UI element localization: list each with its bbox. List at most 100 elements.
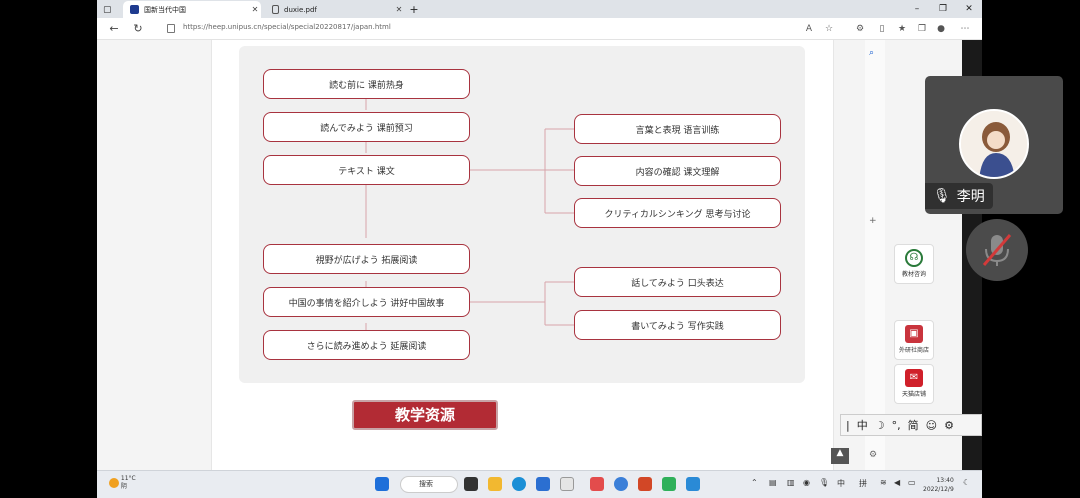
split-screen-icon[interactable]: ▯	[874, 18, 890, 40]
node-china-stories[interactable]: 中国の事情を紹介しよう 讲好中国故事	[263, 287, 470, 317]
close-window-button[interactable]: ✕	[956, 0, 982, 18]
web-page: 読む前に 课前热身 読んでみよう 课前预习 テキスト 课文 視野が広げよう 拓展…	[97, 40, 962, 470]
app-icon[interactable]	[662, 477, 676, 491]
extensions-icon[interactable]: ⚙	[852, 18, 868, 40]
app-icon[interactable]	[590, 477, 604, 491]
node-label: 書いてみよう 写作实践	[631, 321, 724, 332]
tab-title: duxie.pdf	[284, 5, 317, 14]
ime-halfwidth-icon[interactable]: ☽	[875, 419, 885, 432]
wifi-icon[interactable]: ≋	[880, 478, 887, 487]
ime-punctuation-icon[interactable]: °,	[892, 419, 901, 432]
refresh-icon[interactable]: ↻	[129, 18, 147, 40]
notification-icon[interactable]: ☾	[963, 478, 970, 487]
start-icon[interactable]	[375, 477, 389, 491]
ime-divider: |	[846, 418, 850, 432]
node-warmup[interactable]: 読む前に 课前热身	[263, 69, 470, 99]
favorite-icon[interactable]: ☆	[821, 18, 837, 40]
new-tab-button[interactable]: +	[407, 1, 421, 18]
ime-mode-button[interactable]: 中	[857, 417, 868, 433]
tray-app-icon[interactable]: ◉	[803, 478, 810, 487]
file-explorer-icon[interactable]	[488, 477, 502, 491]
node-label: 言葉と表現 语言训练	[635, 125, 720, 136]
store-icon[interactable]	[536, 477, 550, 491]
mic-muted-icon	[982, 234, 1012, 266]
course-structure-panel: 読む前に 课前热身 読んでみよう 课前预习 テキスト 课文 視野が広げよう 拓展…	[239, 46, 805, 383]
tray-app-icon[interactable]: ▤	[769, 478, 777, 487]
node-speaking[interactable]: 話してみよう 口头表达	[574, 267, 781, 297]
maximize-button[interactable]: ❐	[930, 0, 956, 18]
app-icon[interactable]	[614, 477, 628, 491]
tab-pdf[interactable]: duxie.pdf ✕	[265, 1, 405, 18]
document-icon	[272, 5, 279, 14]
edge-sidebar: ⌕ + ▲ ⚙	[831, 40, 885, 470]
powerpoint-icon[interactable]	[638, 477, 652, 491]
node-extended-reading[interactable]: 視野が広げよう 拓展阅读	[263, 244, 470, 274]
more-options-icon[interactable]: ⋯	[957, 18, 973, 40]
tmall-icon: ✉	[905, 369, 923, 387]
edge-icon[interactable]	[512, 477, 526, 491]
headset-icon: ☊	[905, 249, 923, 267]
microphone-icon: 🎙	[933, 188, 951, 204]
lock-icon[interactable]	[167, 24, 175, 33]
battery-icon[interactable]: ▭	[908, 478, 916, 487]
sidebar-settings-icon[interactable]: ⚙	[869, 450, 877, 460]
app-icon[interactable]	[560, 477, 574, 491]
sidebar-add-icon[interactable]: +	[869, 216, 877, 226]
node-preview[interactable]: 読んでみよう 课前预习	[263, 112, 470, 142]
node-text[interactable]: テキスト 课文	[263, 155, 470, 185]
scroll-to-top-button[interactable]: ▲	[831, 448, 849, 464]
node-critical-thinking[interactable]: クリティカルシンキング 思考与讨论	[574, 198, 781, 228]
ime-emoji-icon[interactable]: ☺	[926, 419, 937, 432]
tab-actions-icon[interactable]: ▢	[103, 1, 119, 18]
windows-taskbar: 11°C 阴 搜索 ⌃ ▤ ▥ ◉ 🎙 中 拼 ≋ ◀ ▭ 13:40 2022…	[97, 470, 982, 498]
node-language-training[interactable]: 言葉と表現 语言训练	[574, 114, 781, 144]
weather-widget[interactable]: 11°C 阴	[109, 475, 136, 491]
node-comprehension[interactable]: 内容の確認 课文理解	[574, 156, 781, 186]
widget-label: 教材咨询	[901, 271, 926, 278]
mute-microphone-button[interactable]	[966, 219, 1028, 281]
tmall-store-widget[interactable]: ✉ 天猫店铺	[894, 364, 934, 404]
tray-app-icon[interactable]: ▥	[787, 478, 795, 487]
favorites-icon[interactable]: ★	[894, 18, 910, 40]
ime-settings-icon[interactable]: ⚙	[944, 419, 954, 432]
weather-desc: 阴	[120, 483, 127, 490]
url-field[interactable]: https://heep.unipus.cn/special/special20…	[183, 23, 391, 31]
ime-simplified-button[interactable]: 简	[908, 417, 919, 433]
tab-close-icon[interactable]: ✕	[393, 5, 405, 14]
tray-ime-lang[interactable]: 中	[837, 478, 845, 489]
node-label: 視野が広げよう 拓展阅读	[315, 255, 418, 266]
textbook-consult-widget[interactable]: ☊ 教材咨询	[894, 244, 934, 284]
back-icon[interactable]: ←	[105, 18, 123, 40]
volume-icon[interactable]: ◀	[894, 478, 900, 487]
tray-ime-mode[interactable]: 拼	[859, 478, 867, 489]
tray-microphone-icon[interactable]: 🎙	[819, 478, 829, 487]
node-writing[interactable]: 書いてみよう 写作实践	[574, 310, 781, 340]
avatar	[959, 109, 1029, 179]
shop-icon: ▣	[905, 325, 923, 343]
task-view-icon[interactable]	[464, 477, 478, 491]
teaching-resources-button[interactable]: 教学资源	[352, 400, 498, 430]
browser-tabstrip: ▢ 国新当代中国 ✕ duxie.pdf ✕ + – ❐ ✕	[97, 0, 982, 18]
fltrp-shop-widget[interactable]: ▣ 外研社商店	[894, 320, 934, 360]
read-aloud-icon[interactable]: A	[801, 18, 817, 40]
node-further-reading[interactable]: さらに読み進めよう 延展阅读	[263, 330, 470, 360]
minimize-button[interactable]: –	[904, 0, 930, 18]
avatar-illustration	[961, 111, 1027, 177]
tab-close-icon[interactable]: ✕	[249, 5, 261, 14]
unipus-icon	[130, 5, 139, 14]
participant-name-badge: 🎙 李明	[925, 183, 993, 209]
tab-current[interactable]: 国新当代中国 ✕	[123, 1, 261, 18]
taskbar-clock[interactable]: 13:40 2022/12/9	[923, 476, 954, 494]
app-icon[interactable]	[686, 477, 700, 491]
participant-video-card[interactable]: 🎙 李明	[925, 76, 1063, 214]
collections-icon[interactable]: ❐	[914, 18, 930, 40]
tab-title: 国新当代中国	[144, 5, 186, 14]
node-label: 話してみよう 口头表达	[631, 278, 724, 289]
taskbar-search[interactable]: 搜索	[400, 476, 458, 493]
sidebar-search-icon[interactable]: ⌕	[869, 48, 874, 58]
profile-avatar-icon[interactable]: ●	[933, 18, 949, 40]
clock-time: 13:40	[936, 477, 954, 484]
node-label: 読む前に 课前热身	[329, 80, 404, 91]
tray-chevron-icon[interactable]: ⌃	[751, 478, 758, 487]
stream-letterbox-left	[0, 0, 97, 498]
